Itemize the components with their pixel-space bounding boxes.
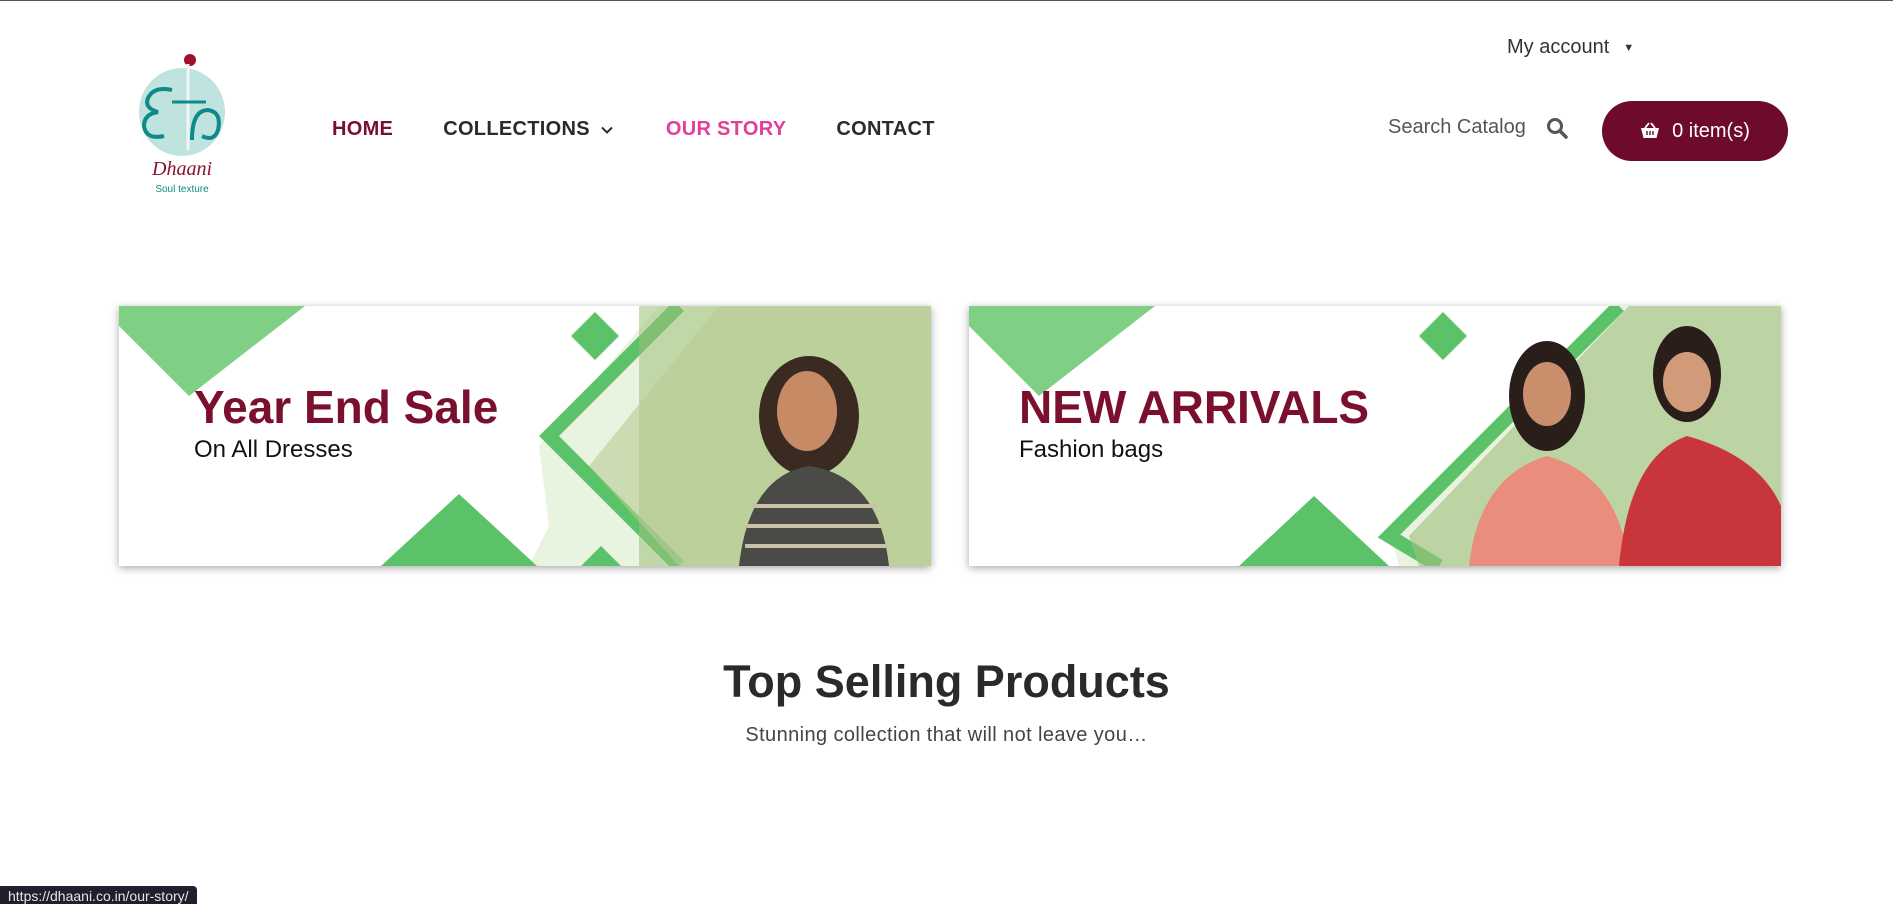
banner-subline: On All Dresses — [194, 436, 353, 463]
cart-count-label: 0 item(s) — [1672, 119, 1750, 142]
status-bar-url: https://dhaani.co.in/our-story/ — [0, 886, 197, 904]
main-nav: HOME COLLECTIONS OUR STORY CONTACT — [332, 118, 935, 141]
nav-collections[interactable]: COLLECTIONS — [443, 118, 614, 141]
banner-new-arrivals[interactable]: NEW ARRIVALS Fashion bags — [969, 306, 1781, 566]
my-account-label: My account — [1507, 36, 1610, 58]
chevron-down-icon — [601, 126, 613, 134]
site-logo[interactable]: Dhaani Soul texture — [134, 50, 230, 200]
search-input[interactable] — [1388, 116, 1528, 139]
logo-tagline: Soul texture — [155, 184, 209, 195]
nav-our-story[interactable]: OUR STORY — [666, 118, 787, 141]
search-bar — [1388, 116, 1568, 139]
banner-subline: Fashion bags — [1019, 436, 1164, 463]
section-subtitle: Stunning collection that will not leave … — [745, 724, 1148, 746]
search-icon[interactable] — [1546, 117, 1568, 139]
top-border — [0, 0, 1893, 1]
my-account-menu[interactable]: My account ▼ — [1507, 36, 1634, 59]
basket-icon — [1641, 122, 1660, 138]
nav-home[interactable]: HOME — [332, 118, 393, 141]
section-title: Top Selling Products — [723, 656, 1170, 707]
nav-collections-label: COLLECTIONS — [443, 118, 590, 140]
banner-headline: NEW ARRIVALS — [1019, 381, 1370, 433]
nav-contact[interactable]: CONTACT — [836, 118, 934, 141]
caret-down-icon: ▼ — [1623, 41, 1635, 54]
cart-button[interactable]: 0 item(s) — [1602, 101, 1788, 161]
banner-headline: Year End Sale — [194, 381, 499, 433]
logo-wordmark: Dhaani — [152, 158, 212, 180]
banner-year-end-sale[interactable]: Year End Sale On All Dresses — [119, 306, 931, 566]
